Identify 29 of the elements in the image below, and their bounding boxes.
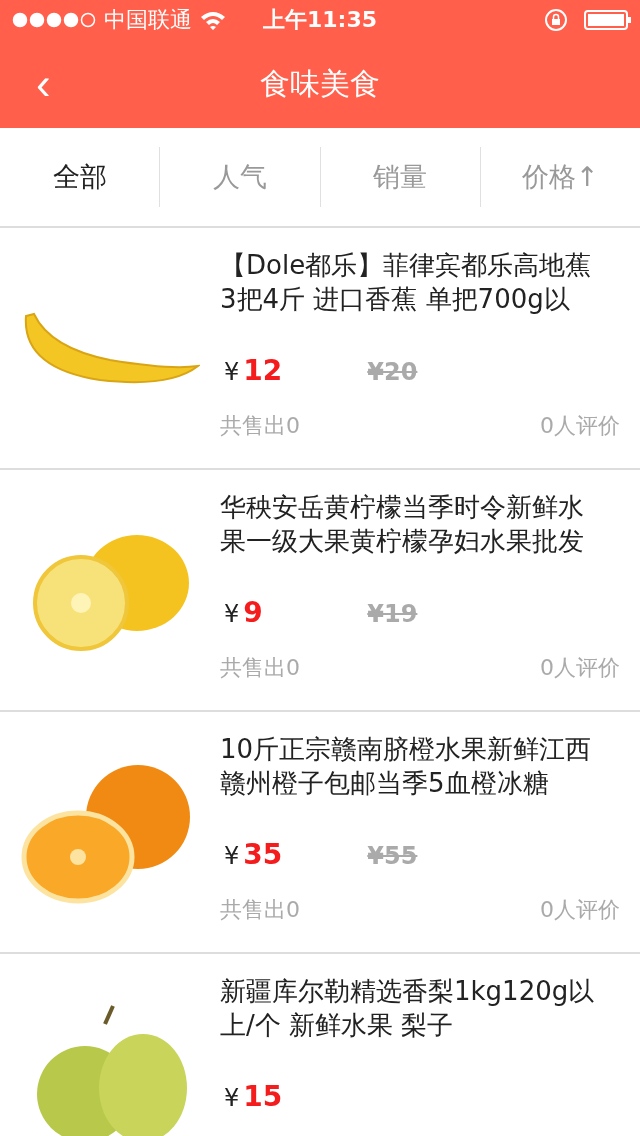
sold-count: 共售出0 (220, 896, 300, 924)
original-price: ¥19 (367, 600, 418, 628)
currency-symbol: ¥ (224, 358, 240, 386)
rotation-lock-icon (544, 8, 568, 32)
product-price: 15 (243, 1080, 284, 1113)
product-title[interactable]: 10斤正宗赣南脐橙水果新鲜江西赣州橙子包邮当季5血橙冰糖 (220, 732, 620, 800)
currency-symbol: ¥ (224, 600, 240, 628)
currency-symbol: ¥ (224, 1084, 240, 1112)
original-price: ¥20 (367, 358, 418, 386)
original-price: ¥55 (367, 842, 418, 870)
sold-count: 共售出0 (220, 654, 300, 682)
page-title: 食味美食 (260, 65, 380, 101)
product-price: 35 (243, 838, 284, 871)
product-price: 12 (243, 354, 284, 387)
sold-count: 共售出0 (220, 412, 300, 440)
status-time: 上午11:35 (263, 7, 377, 32)
review-count: 0人评价 (540, 412, 620, 440)
filter-tab[interactable]: 全部 (0, 147, 160, 207)
product-title[interactable]: 【Dole都乐】菲律宾都乐高地蕉3把4斤 进口香蕉 单把700g以 (220, 248, 620, 316)
carrier-name: 中国联通 (104, 6, 192, 34)
signal-icon (12, 12, 96, 28)
wifi-icon (200, 10, 226, 30)
product-title[interactable]: 华秧安岳黄柠檬当季时令新鲜水果一级大果黄柠檬孕妇水果批发 (220, 490, 620, 558)
currency-symbol: ¥ (224, 842, 240, 870)
review-count: 0人评价 (540, 654, 620, 682)
product-title[interactable]: 新疆库尔勒精选香梨1kg120g以上/个 新鲜水果 梨子 (220, 974, 620, 1042)
battery-icon (584, 10, 632, 30)
review-count: 0人评价 (540, 896, 620, 924)
product-price: 9 (243, 596, 264, 629)
